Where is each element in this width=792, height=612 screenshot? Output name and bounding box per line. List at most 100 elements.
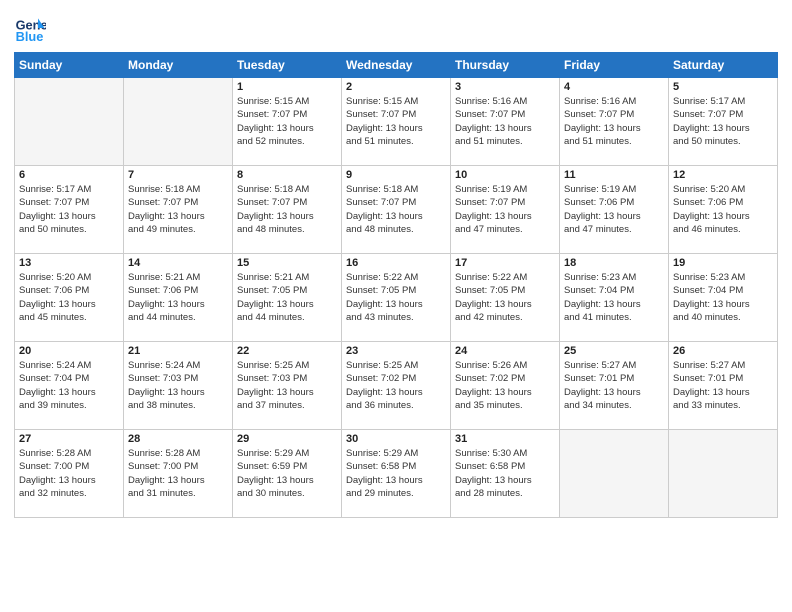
day-info: Sunrise: 5:17 AM Sunset: 7:07 PM Dayligh… bbox=[19, 183, 119, 236]
day-number: 9 bbox=[346, 169, 446, 181]
day-number: 29 bbox=[237, 433, 337, 445]
day-number: 2 bbox=[346, 81, 446, 93]
page: General Blue SundayMondayTuesdayWednesda… bbox=[0, 0, 792, 612]
day-info: Sunrise: 5:22 AM Sunset: 7:05 PM Dayligh… bbox=[346, 271, 446, 324]
day-cell: 15 Sunrise: 5:21 AM Sunset: 7:05 PM Dayli… bbox=[233, 254, 342, 342]
day-number: 21 bbox=[128, 345, 228, 357]
day-cell: 28 Sunrise: 5:28 AM Sunset: 7:00 PM Dayli… bbox=[124, 430, 233, 518]
col-header-monday: Monday bbox=[124, 53, 233, 78]
day-info: Sunrise: 5:26 AM Sunset: 7:02 PM Dayligh… bbox=[455, 359, 555, 412]
day-cell: 5 Sunrise: 5:17 AM Sunset: 7:07 PM Daylig… bbox=[669, 78, 778, 166]
day-info: Sunrise: 5:23 AM Sunset: 7:04 PM Dayligh… bbox=[564, 271, 664, 324]
day-cell: 1 Sunrise: 5:15 AM Sunset: 7:07 PM Daylig… bbox=[233, 78, 342, 166]
day-number: 12 bbox=[673, 169, 773, 181]
day-info: Sunrise: 5:24 AM Sunset: 7:03 PM Dayligh… bbox=[128, 359, 228, 412]
day-cell: 2 Sunrise: 5:15 AM Sunset: 7:07 PM Daylig… bbox=[342, 78, 451, 166]
day-number: 25 bbox=[564, 345, 664, 357]
header: General Blue bbox=[14, 12, 778, 44]
day-cell: 16 Sunrise: 5:22 AM Sunset: 7:05 PM Dayli… bbox=[342, 254, 451, 342]
day-cell: 31 Sunrise: 5:30 AM Sunset: 6:58 PM Dayli… bbox=[451, 430, 560, 518]
day-cell: 23 Sunrise: 5:25 AM Sunset: 7:02 PM Dayli… bbox=[342, 342, 451, 430]
day-info: Sunrise: 5:21 AM Sunset: 7:06 PM Dayligh… bbox=[128, 271, 228, 324]
day-cell: 3Sunrise: 5:16 AM Sunset: 7:07 PM Daylig… bbox=[451, 78, 560, 166]
day-number: 30 bbox=[346, 433, 446, 445]
day-cell bbox=[560, 430, 669, 518]
week-row-1: 6 Sunrise: 5:17 AM Sunset: 7:07 PM Daylig… bbox=[15, 166, 778, 254]
day-info: Sunrise: 5:30 AM Sunset: 6:58 PM Dayligh… bbox=[455, 447, 555, 500]
day-info: Sunrise: 5:20 AM Sunset: 7:06 PM Dayligh… bbox=[673, 183, 773, 236]
calendar: SundayMondayTuesdayWednesdayThursdayFrid… bbox=[14, 52, 778, 518]
day-number: 6 bbox=[19, 169, 119, 181]
day-info: Sunrise: 5:25 AM Sunset: 7:03 PM Dayligh… bbox=[237, 359, 337, 412]
day-number: 15 bbox=[237, 257, 337, 269]
day-info: Sunrise: 5:29 AM Sunset: 6:59 PM Dayligh… bbox=[237, 447, 337, 500]
day-cell: 8 Sunrise: 5:18 AM Sunset: 7:07 PM Daylig… bbox=[233, 166, 342, 254]
logo: General Blue bbox=[14, 12, 46, 44]
day-cell: 6 Sunrise: 5:17 AM Sunset: 7:07 PM Daylig… bbox=[15, 166, 124, 254]
day-cell bbox=[669, 430, 778, 518]
week-row-0: 1 Sunrise: 5:15 AM Sunset: 7:07 PM Daylig… bbox=[15, 78, 778, 166]
day-number: 24 bbox=[455, 345, 555, 357]
col-header-wednesday: Wednesday bbox=[342, 53, 451, 78]
day-cell: 27 Sunrise: 5:28 AM Sunset: 7:00 PM Dayli… bbox=[15, 430, 124, 518]
day-number: 19 bbox=[673, 257, 773, 269]
day-number: 22 bbox=[237, 345, 337, 357]
day-number: 11 bbox=[564, 169, 664, 181]
col-header-friday: Friday bbox=[560, 53, 669, 78]
day-cell: 7Sunrise: 5:18 AM Sunset: 7:07 PM Daylig… bbox=[124, 166, 233, 254]
day-info: Sunrise: 5:27 AM Sunset: 7:01 PM Dayligh… bbox=[564, 359, 664, 412]
day-info: Sunrise: 5:19 AM Sunset: 7:06 PM Dayligh… bbox=[564, 183, 664, 236]
day-info: Sunrise: 5:27 AM Sunset: 7:01 PM Dayligh… bbox=[673, 359, 773, 412]
day-cell: 14 Sunrise: 5:21 AM Sunset: 7:06 PM Dayli… bbox=[124, 254, 233, 342]
day-cell: 30 Sunrise: 5:29 AM Sunset: 6:58 PM Dayli… bbox=[342, 430, 451, 518]
day-info: Sunrise: 5:18 AM Sunset: 7:07 PM Dayligh… bbox=[237, 183, 337, 236]
day-number: 1 bbox=[237, 81, 337, 93]
logo-icon: General Blue bbox=[14, 12, 46, 44]
day-info: Sunrise: 5:28 AM Sunset: 7:00 PM Dayligh… bbox=[128, 447, 228, 500]
day-info: Sunrise: 5:15 AM Sunset: 7:07 PM Dayligh… bbox=[237, 95, 337, 148]
day-number: 20 bbox=[19, 345, 119, 357]
day-cell: 24 Sunrise: 5:26 AM Sunset: 7:02 PM Dayli… bbox=[451, 342, 560, 430]
day-cell: 20 Sunrise: 5:24 AM Sunset: 7:04 PM Dayli… bbox=[15, 342, 124, 430]
day-cell: 19 Sunrise: 5:23 AM Sunset: 7:04 PM Dayli… bbox=[669, 254, 778, 342]
day-number: 16 bbox=[346, 257, 446, 269]
col-header-tuesday: Tuesday bbox=[233, 53, 342, 78]
day-number: 5 bbox=[673, 81, 773, 93]
day-number: 17 bbox=[455, 257, 555, 269]
day-number: 26 bbox=[673, 345, 773, 357]
day-number: 14 bbox=[128, 257, 228, 269]
day-number: 13 bbox=[19, 257, 119, 269]
day-cell: 10 Sunrise: 5:19 AM Sunset: 7:07 PM Dayli… bbox=[451, 166, 560, 254]
day-info: Sunrise: 5:18 AM Sunset: 7:07 PM Dayligh… bbox=[346, 183, 446, 236]
day-number: 8 bbox=[237, 169, 337, 181]
day-info: Sunrise: 5:16 AM Sunset: 7:07 PM Dayligh… bbox=[455, 95, 555, 148]
svg-text:Blue: Blue bbox=[16, 29, 44, 44]
day-number: 23 bbox=[346, 345, 446, 357]
day-info: Sunrise: 5:19 AM Sunset: 7:07 PM Dayligh… bbox=[455, 183, 555, 236]
day-cell: 18 Sunrise: 5:23 AM Sunset: 7:04 PM Dayli… bbox=[560, 254, 669, 342]
day-info: Sunrise: 5:28 AM Sunset: 7:00 PM Dayligh… bbox=[19, 447, 119, 500]
week-row-3: 20 Sunrise: 5:24 AM Sunset: 7:04 PM Dayli… bbox=[15, 342, 778, 430]
day-cell: 9 Sunrise: 5:18 AM Sunset: 7:07 PM Daylig… bbox=[342, 166, 451, 254]
day-info: Sunrise: 5:24 AM Sunset: 7:04 PM Dayligh… bbox=[19, 359, 119, 412]
day-number: 7 bbox=[128, 169, 228, 181]
day-info: Sunrise: 5:17 AM Sunset: 7:07 PM Dayligh… bbox=[673, 95, 773, 148]
day-info: Sunrise: 5:25 AM Sunset: 7:02 PM Dayligh… bbox=[346, 359, 446, 412]
day-number: 27 bbox=[19, 433, 119, 445]
day-number: 31 bbox=[455, 433, 555, 445]
day-cell: 17Sunrise: 5:22 AM Sunset: 7:05 PM Dayli… bbox=[451, 254, 560, 342]
day-info: Sunrise: 5:29 AM Sunset: 6:58 PM Dayligh… bbox=[346, 447, 446, 500]
day-cell: 12 Sunrise: 5:20 AM Sunset: 7:06 PM Dayli… bbox=[669, 166, 778, 254]
day-number: 28 bbox=[128, 433, 228, 445]
day-cell: 4Sunrise: 5:16 AM Sunset: 7:07 PM Daylig… bbox=[560, 78, 669, 166]
day-info: Sunrise: 5:23 AM Sunset: 7:04 PM Dayligh… bbox=[673, 271, 773, 324]
day-number: 18 bbox=[564, 257, 664, 269]
day-cell: 13Sunrise: 5:20 AM Sunset: 7:06 PM Dayli… bbox=[15, 254, 124, 342]
day-cell: 26 Sunrise: 5:27 AM Sunset: 7:01 PM Dayli… bbox=[669, 342, 778, 430]
day-number: 10 bbox=[455, 169, 555, 181]
day-cell: 25 Sunrise: 5:27 AM Sunset: 7:01 PM Dayli… bbox=[560, 342, 669, 430]
day-info: Sunrise: 5:21 AM Sunset: 7:05 PM Dayligh… bbox=[237, 271, 337, 324]
week-row-4: 27 Sunrise: 5:28 AM Sunset: 7:00 PM Dayli… bbox=[15, 430, 778, 518]
day-info: Sunrise: 5:15 AM Sunset: 7:07 PM Dayligh… bbox=[346, 95, 446, 148]
day-cell bbox=[124, 78, 233, 166]
